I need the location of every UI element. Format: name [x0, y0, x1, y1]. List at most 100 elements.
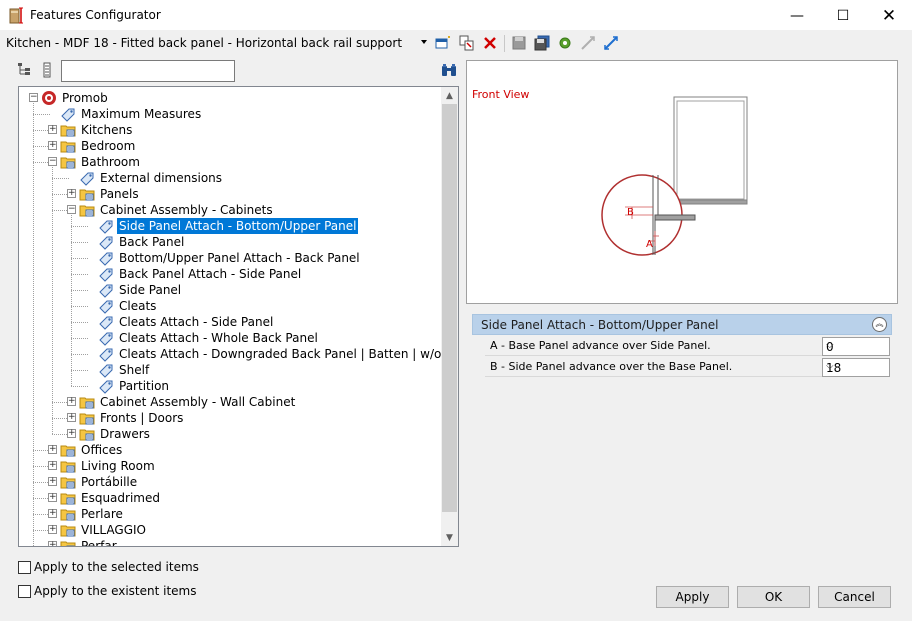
list-view-icon[interactable]: [41, 62, 55, 78]
expand-icon[interactable]: +: [48, 525, 57, 534]
expand-icon[interactable]: +: [67, 429, 76, 438]
tree-node[interactable]: Side Panel: [98, 282, 183, 298]
tree-node-label: Drawers: [100, 427, 150, 441]
apply-button[interactable]: Apply: [656, 586, 729, 608]
feature-tag-icon: [99, 284, 113, 298]
expand-icon[interactable]: +: [48, 477, 57, 486]
configuration-selector[interactable]: Kitchen - MDF 18 - Fitted back panel - H…: [6, 36, 402, 50]
expand-icon[interactable]: +: [48, 493, 57, 502]
tree-node[interactable]: Cleats Attach - Downgraded Back Panel | …: [98, 346, 458, 362]
chevron-down-icon[interactable]: [421, 40, 427, 44]
collapse-tree-icon[interactable]: [580, 35, 596, 51]
tree-node-label: Living Room: [81, 459, 155, 473]
properties-header[interactable]: Side Panel Attach - Bottom/Upper Panel ︽: [472, 314, 892, 335]
minimize-button[interactable]: —: [774, 0, 820, 31]
tree-node[interactable]: Cleats Attach - Side Panel: [98, 314, 275, 330]
collapse-icon[interactable]: −: [29, 93, 38, 102]
toolbar: Kitchen - MDF 18 - Fitted back panel - H…: [0, 32, 912, 56]
scroll-down-icon[interactable]: ▼: [441, 529, 458, 546]
tree-connector: [52, 178, 69, 179]
tree-node[interactable]: Bedroom: [60, 138, 137, 154]
tree-node[interactable]: Maximum Measures: [60, 106, 203, 122]
apply-selected-checkbox[interactable]: [18, 561, 31, 574]
tree-node-label: Shelf: [119, 363, 150, 377]
tree-node[interactable]: Back Panel: [98, 234, 186, 250]
tree-connector: [33, 114, 50, 115]
tree-connector: [71, 322, 88, 323]
expand-icon[interactable]: +: [48, 461, 57, 470]
expand-icon[interactable]: +: [67, 189, 76, 198]
collapse-icon[interactable]: −: [67, 205, 76, 214]
tree-node[interactable]: Bathroom: [60, 154, 142, 170]
cancel-button[interactable]: Cancel: [818, 586, 891, 608]
tree-node-label: Esquadrimed: [81, 491, 160, 505]
tree-node[interactable]: Perfar: [60, 538, 119, 547]
scrollbar-thumb[interactable]: [442, 104, 457, 512]
tree-node[interactable]: VILLAGGIO: [60, 522, 148, 538]
toolbar-separator: [504, 35, 505, 52]
tree-node[interactable]: Living Room: [60, 458, 157, 474]
binoculars-icon[interactable]: [441, 63, 457, 77]
folder-icon: [60, 477, 76, 489]
expand-icon[interactable]: +: [48, 445, 57, 454]
tree-node-label: Maximum Measures: [81, 107, 202, 121]
tree-node[interactable]: Offices: [60, 442, 124, 458]
tree-node-label: Promob: [62, 91, 108, 105]
save-as-icon[interactable]: [534, 35, 550, 51]
tree-node[interactable]: Perlare: [60, 506, 125, 522]
ok-button[interactable]: OK: [737, 586, 810, 608]
tree-node[interactable]: Panels: [79, 186, 141, 202]
tree-node-label: Perlare: [81, 507, 123, 521]
close-window-button[interactable]: ✕: [866, 0, 912, 31]
collapse-icon[interactable]: ︽: [872, 317, 887, 332]
tree-node[interactable]: Kitchens: [60, 122, 134, 138]
tree-node[interactable]: Side Panel Attach - Bottom/Upper Panel: [98, 218, 359, 234]
scroll-up-icon[interactable]: ▲: [441, 87, 458, 104]
tree-view-icon[interactable]: [17, 62, 31, 78]
expand-icon[interactable]: +: [67, 413, 76, 422]
tree-node[interactable]: Esquadrimed: [60, 490, 162, 506]
save-icon[interactable]: [511, 35, 527, 51]
expand-icon[interactable]: +: [48, 541, 57, 546]
feature-tree[interactable]: − Promob Maximum Measures + Kitchens + Bedroom…: [18, 86, 459, 547]
tree-node[interactable]: Cleats Attach - Whole Back Panel: [98, 330, 320, 346]
collapse-icon[interactable]: −: [48, 157, 57, 166]
settings-icon[interactable]: [557, 35, 573, 51]
expand-icon[interactable]: +: [48, 509, 57, 518]
search-input[interactable]: [61, 60, 235, 82]
tree-node-label: External dimensions: [100, 171, 223, 185]
tree-node[interactable]: Drawers: [79, 426, 152, 442]
expand-tree-icon[interactable]: [603, 35, 619, 51]
tree-node[interactable]: Promob: [41, 90, 110, 106]
tree-node[interactable]: Cabinet Assembly - Cabinets: [79, 202, 275, 218]
tree-node-label: Cleats: [119, 299, 157, 313]
tree-node[interactable]: Cleats: [98, 298, 158, 314]
tree-node[interactable]: Cabinet Assembly - Wall Cabinet: [79, 394, 297, 410]
delete-icon[interactable]: [482, 35, 498, 51]
tree-node[interactable]: Portábille: [60, 474, 139, 490]
copy-configuration-icon[interactable]: [459, 35, 475, 51]
expand-icon[interactable]: +: [48, 141, 57, 150]
property-label: A - Base Panel advance over Side Panel.: [490, 339, 711, 352]
tree-node-label: Cabinet Assembly - Wall Cabinet: [100, 395, 296, 409]
tree-node[interactable]: Shelf: [98, 362, 151, 378]
expand-icon[interactable]: +: [48, 125, 57, 134]
feature-tag-icon: [80, 172, 94, 186]
tree-node[interactable]: External dimensions: [79, 170, 224, 186]
tree-node[interactable]: Partition: [98, 378, 171, 394]
apply-existent-checkbox[interactable]: [18, 585, 31, 598]
property-value-select[interactable]: 18 ⌵: [822, 358, 890, 377]
tree-node-label: Bathroom: [81, 155, 140, 169]
chevron-down-icon: ⌵: [826, 361, 834, 372]
tree-node[interactable]: Bottom/Upper Panel Attach - Back Panel: [98, 250, 362, 266]
tree-connector: [71, 354, 88, 355]
tree-node-label: Offices: [81, 443, 123, 457]
maximize-button[interactable]: ☐: [820, 0, 866, 31]
tree-scrollbar[interactable]: ▲ ▼: [441, 87, 458, 546]
tree-node-label: Perfar: [81, 539, 117, 547]
new-configuration-icon[interactable]: [435, 35, 451, 51]
expand-icon[interactable]: +: [67, 397, 76, 406]
property-value-select[interactable]: 0 ⌵: [822, 337, 890, 356]
tree-node[interactable]: Fronts | Doors: [79, 410, 185, 426]
tree-node[interactable]: Back Panel Attach - Side Panel: [98, 266, 303, 282]
